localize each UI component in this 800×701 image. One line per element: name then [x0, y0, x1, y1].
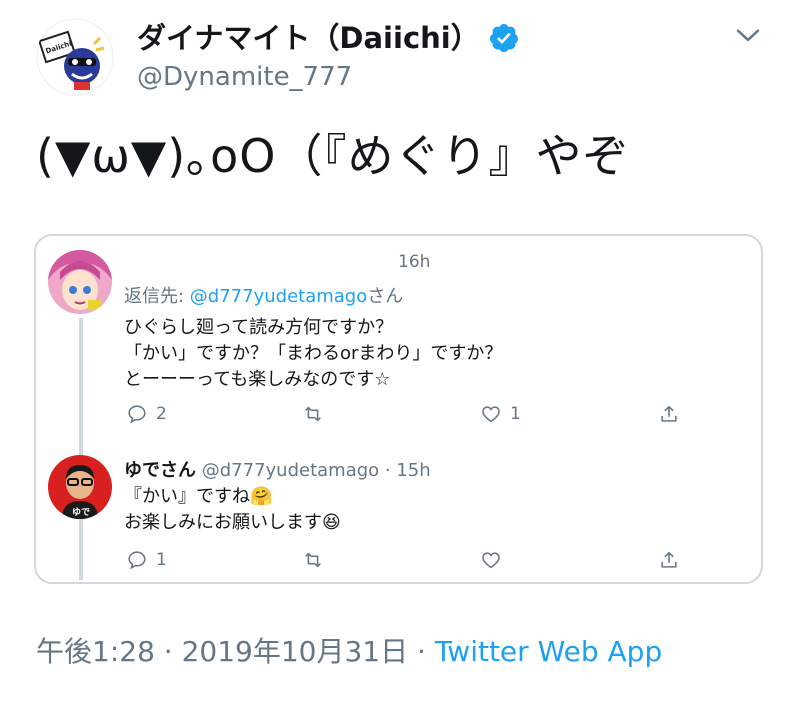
- comment-icon: [128, 551, 146, 570]
- chevron-down-icon[interactable]: [731, 18, 765, 52]
- reply-timestamp[interactable]: 16h: [398, 252, 430, 272]
- author-display-name[interactable]: ダイナマイト（Daiichi）: [137, 20, 480, 56]
- yude-reply-action-button[interactable]: 1: [126, 549, 167, 571]
- heart-icon: [482, 552, 500, 569]
- like-count: 1: [510, 404, 521, 424]
- tweet-source-link[interactable]: Twitter Web App: [435, 635, 662, 668]
- yude-handle[interactable]: @d777yudetamago: [202, 460, 379, 481]
- like-action-button[interactable]: 1: [480, 403, 521, 425]
- author-username[interactable]: @Dynamite_777: [137, 60, 352, 94]
- thread-line: [79, 318, 83, 580]
- yude-like-action-button[interactable]: [480, 549, 502, 571]
- reply-to-line: 返信先: @d777yudetamagoさん: [124, 282, 403, 308]
- comment-icon: [128, 405, 146, 424]
- yude-text-line: お楽しみにお願いします😆: [124, 512, 341, 533]
- tweet-time[interactable]: 午後1:28: [36, 635, 155, 668]
- reply-author-avatar[interactable]: [48, 250, 112, 314]
- reply-to-handle-link[interactable]: @d777yudetamago: [190, 286, 367, 307]
- yude-display-name[interactable]: ゆでさん: [124, 460, 196, 481]
- yude-share-action-button[interactable]: [658, 549, 680, 571]
- yude-retweet-action-button[interactable]: [302, 549, 324, 571]
- yude-separator: ·: [379, 460, 397, 481]
- retweet-action-button[interactable]: [302, 403, 324, 425]
- retweet-icon: [305, 406, 321, 422]
- reply-action-button[interactable]: 2: [126, 403, 167, 425]
- tweet-footer: 午後1:28 · 2019年10月31日 · Twitter Web App: [36, 630, 662, 670]
- yude-header: ゆでさん @d777yudetamago · 15h: [124, 456, 431, 482]
- yude-avatar[interactable]: ゆで: [48, 455, 112, 519]
- footer-separator: ·: [154, 635, 182, 668]
- reply-to-suffix: さん: [367, 286, 404, 307]
- yude-tweet-text: 『かい』ですね🤗 お楽しみにお願いします😆: [124, 484, 341, 536]
- reply-to-prefix: 返信先:: [124, 286, 190, 307]
- verified-badge-icon: [488, 22, 520, 54]
- share-icon: [661, 405, 677, 422]
- footer-separator: ·: [408, 635, 435, 668]
- reply-tweet-text: ひぐらし廻って読み方何ですか？ 「かい」ですか？「まわるorまわり」ですか？ と…: [124, 315, 502, 393]
- tweet-date[interactable]: 2019年10月31日: [182, 635, 409, 668]
- share-icon: [661, 551, 677, 568]
- share-action-button[interactable]: [658, 403, 680, 425]
- yude-reply-count: 1: [156, 550, 167, 570]
- reply-text-line: 「かい」ですか？「まわるorまわり」ですか？: [124, 343, 503, 364]
- author-avatar[interactable]: Daiichi: [36, 18, 114, 96]
- reply-text-line: とーーーっても楽しみなのです☆: [124, 369, 391, 390]
- retweet-icon: [305, 552, 321, 568]
- reply-count: 2: [156, 404, 167, 424]
- yude-text-line: 『かい』ですね🤗: [124, 486, 273, 507]
- heart-icon: [482, 406, 500, 423]
- yude-timestamp[interactable]: 15h: [396, 460, 430, 481]
- tweet-text: (▼ω▼)｡oO（『めぐり』やぞ: [36, 129, 630, 183]
- yude-avatar-text: ゆで: [72, 507, 90, 518]
- reply-text-line: ひぐらし廻って読み方何ですか？: [124, 317, 394, 338]
